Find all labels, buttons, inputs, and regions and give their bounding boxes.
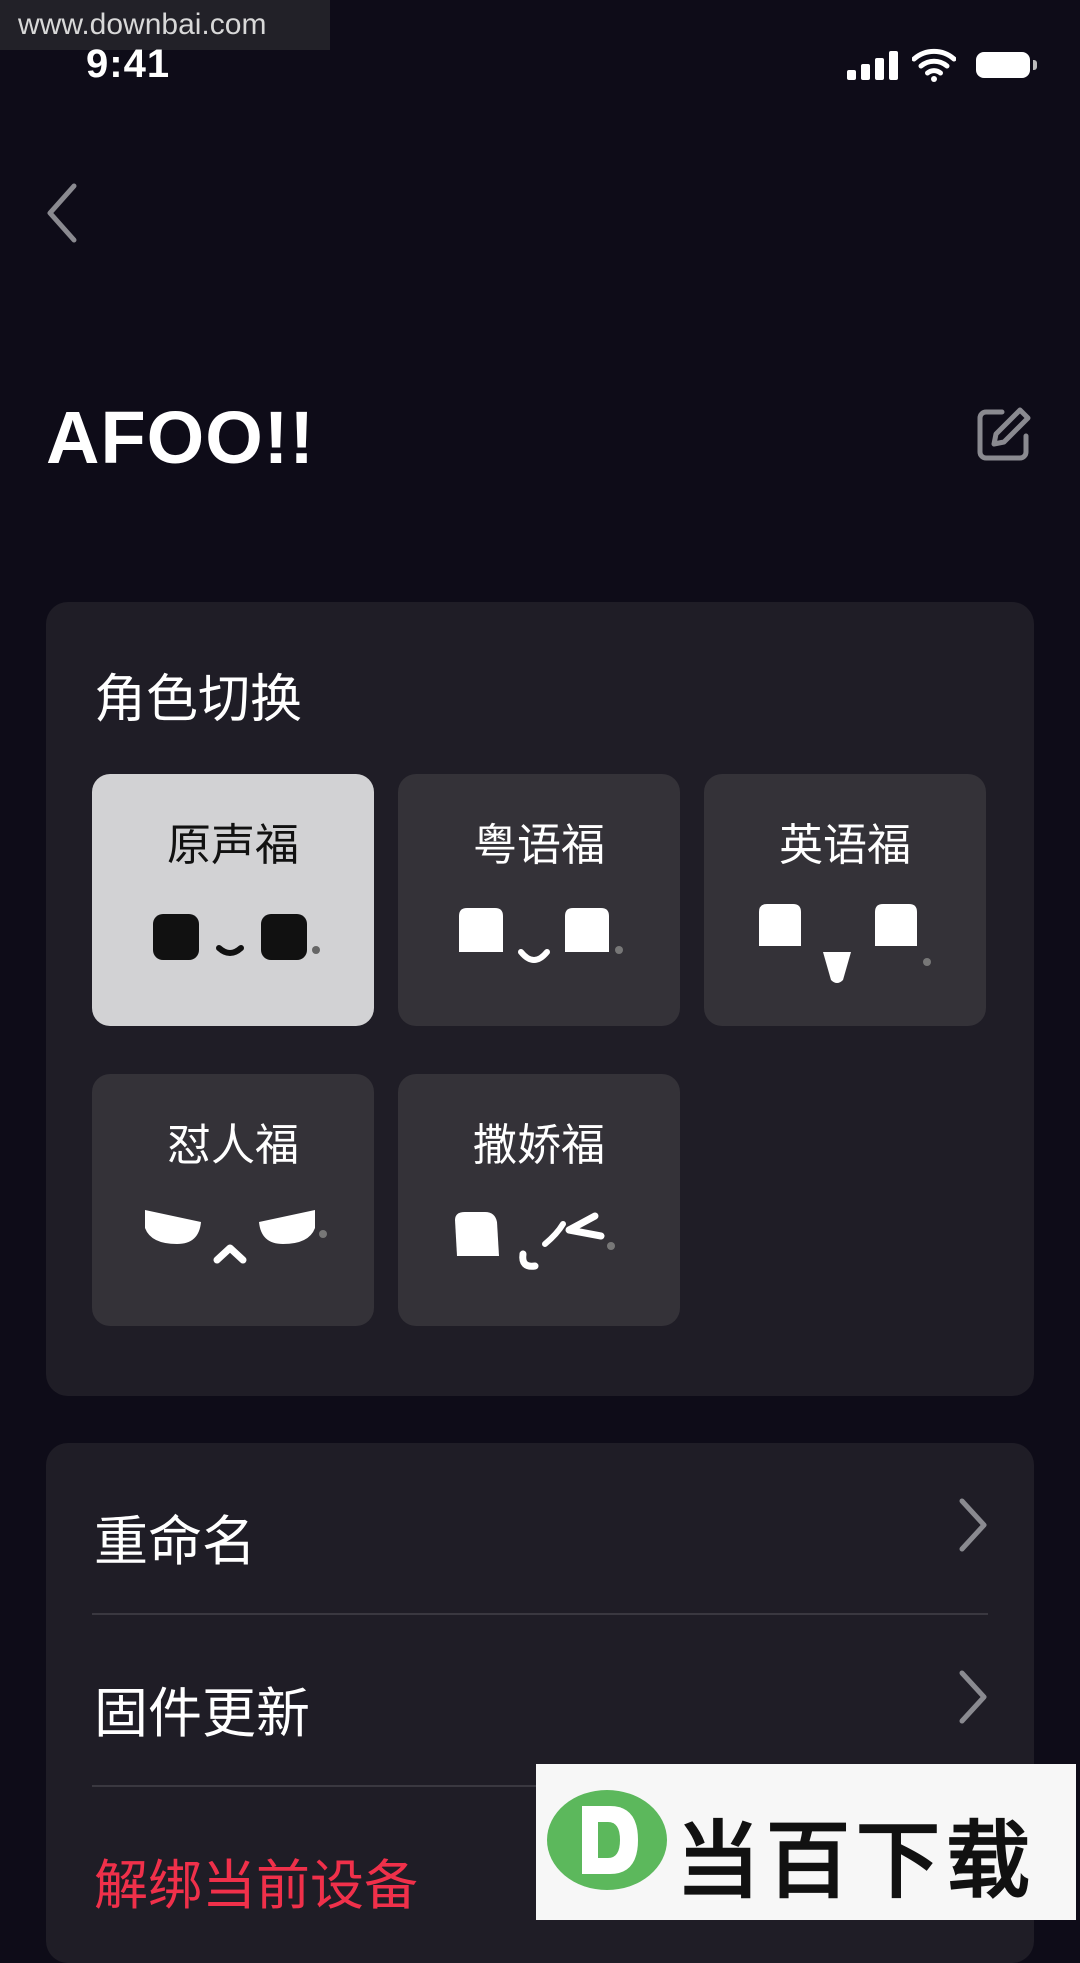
role-label: 英语福: [779, 820, 911, 871]
firmware-update-label: 固件更新: [94, 1682, 310, 1745]
face-smile-icon: [459, 908, 623, 963]
edit-icon: [977, 407, 1031, 461]
chevron-right-icon: [959, 1498, 987, 1552]
status-time: 9:41: [86, 42, 171, 86]
role-tile-original[interactable]: 原声福: [92, 774, 374, 1026]
brand-logo-icon: [547, 1790, 667, 1890]
role-label: 粤语福: [473, 820, 605, 871]
role-tile-roast[interactable]: 怼人福: [92, 1074, 374, 1326]
role-switch-card: 角色切换 原声福 粤语福 英语福 怼人福 撒娇福: [46, 602, 1034, 1396]
brand-logo-text: 当百下载: [676, 1812, 1037, 1910]
firmware-update-row[interactable]: 固件更新: [46, 1615, 1034, 1787]
role-tile-cantonese[interactable]: 粤语福: [398, 774, 680, 1026]
status-icons: [847, 48, 1037, 82]
rename-row[interactable]: 重命名: [46, 1443, 1034, 1615]
face-angry-icon: [145, 1210, 327, 1264]
role-label: 撒娇福: [473, 1120, 605, 1171]
battery-icon: [976, 52, 1037, 78]
role-label: 原声福: [167, 820, 299, 871]
edit-name-button[interactable]: [976, 406, 1032, 462]
face-wink-icon: [455, 1212, 615, 1270]
face-tongue-icon: [759, 904, 931, 983]
wifi-icon: [912, 48, 956, 82]
role-switch-title: 角色切换: [94, 670, 303, 730]
chevron-left-icon: [47, 183, 77, 243]
brand-watermark: 当百下载: [536, 1764, 1076, 1920]
back-button[interactable]: [38, 178, 88, 248]
role-label: 怼人福: [167, 1120, 299, 1171]
rename-label: 重命名: [94, 1510, 256, 1573]
role-tile-cute[interactable]: 撒娇福: [398, 1074, 680, 1326]
device-name-title: AFOO!!: [46, 396, 316, 479]
role-tile-english[interactable]: 英语福: [704, 774, 986, 1026]
chevron-right-icon: [959, 1670, 987, 1724]
face-neutral-icon: [153, 914, 320, 960]
unbind-device-label: 解绑当前设备: [94, 1854, 418, 1917]
signal-icon: [847, 50, 898, 80]
